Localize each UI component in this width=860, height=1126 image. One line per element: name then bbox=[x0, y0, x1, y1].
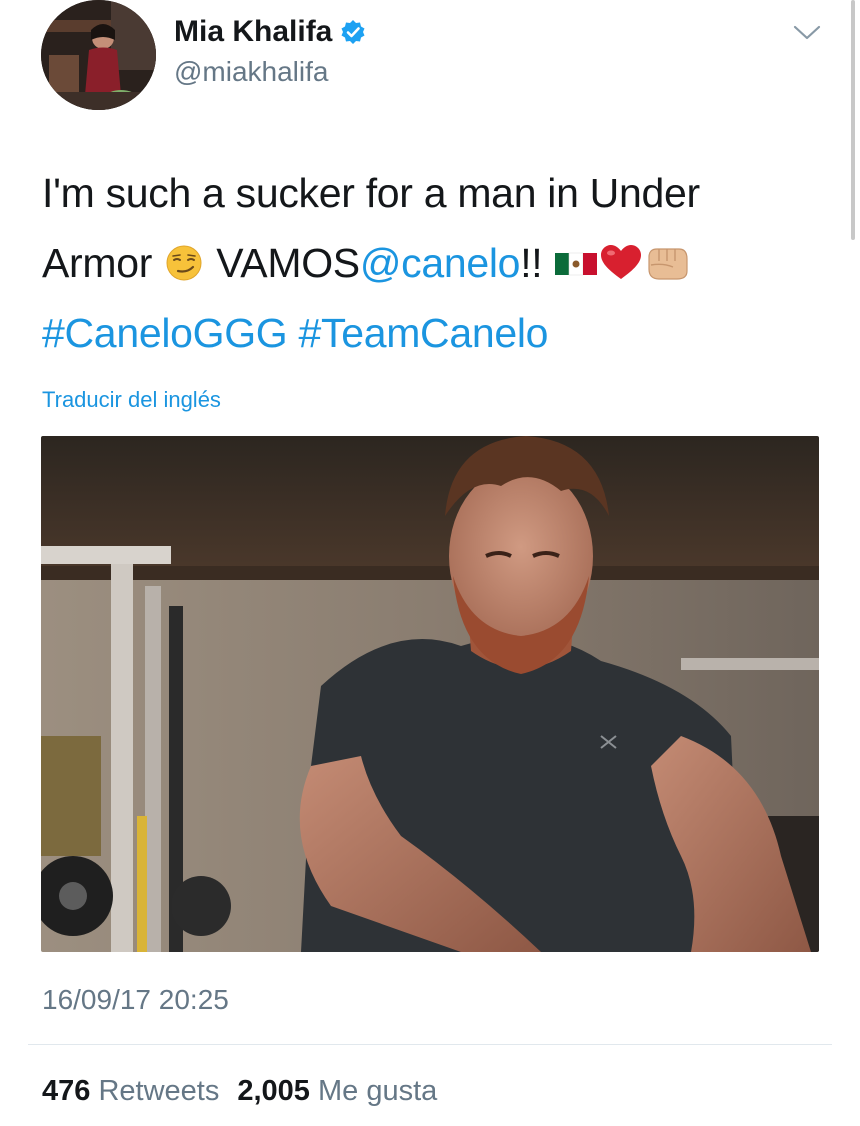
verified-badge-icon bbox=[340, 19, 366, 45]
tweet-timestamp[interactable]: 16/09/17 20:25 bbox=[42, 982, 229, 1018]
mention-link[interactable]: @canelo bbox=[360, 240, 521, 286]
tweet-media-photo[interactable] bbox=[41, 436, 819, 952]
scrollbar[interactable] bbox=[851, 0, 855, 240]
likes-count: 2,005 bbox=[237, 1075, 310, 1107]
chevron-down-icon[interactable] bbox=[790, 20, 824, 44]
hashtag-teamcanelo-link[interactable]: #TeamCanelo bbox=[299, 310, 549, 356]
avatar[interactable] bbox=[41, 0, 156, 110]
tweet-line-1: I'm such a sucker for a man in Under bbox=[42, 170, 700, 216]
mexico-flag-icon bbox=[553, 234, 599, 276]
oncoming-fist-icon bbox=[643, 234, 691, 280]
tweet-line-2: Armor VAMOS@canelo!! bbox=[42, 228, 832, 298]
tweet-word-armor: Armor bbox=[42, 240, 153, 286]
tweet-line-3: #CaneloGGG #TeamCanelo bbox=[42, 298, 832, 368]
smirking-face-emoji-icon bbox=[163, 234, 205, 281]
retweets-stat[interactable]: 476 Retweets bbox=[42, 1075, 219, 1107]
hashtag-caneloggg-link[interactable]: #CaneloGGG bbox=[42, 310, 288, 356]
divider bbox=[28, 1044, 832, 1045]
retweets-count: 476 bbox=[42, 1075, 91, 1107]
tweet-word-vamos: VAMOS bbox=[216, 240, 360, 286]
retweets-label: Retweets bbox=[98, 1075, 220, 1107]
user-handle[interactable]: @miakhalifa bbox=[174, 54, 328, 90]
likes-label: Me gusta bbox=[317, 1075, 438, 1107]
tweet-stats: 476 Retweets 2,005 Me gusta bbox=[42, 1072, 437, 1110]
likes-stat[interactable]: 2,005 Me gusta bbox=[237, 1075, 437, 1107]
red-heart-icon bbox=[599, 234, 643, 279]
user-name-row: Mia Khalifa bbox=[174, 12, 366, 52]
tweet-exclaim: !! bbox=[520, 240, 543, 286]
tweet-text: I'm such a sucker for a man in Under Arm… bbox=[42, 158, 832, 368]
display-name[interactable]: Mia Khalifa bbox=[174, 12, 332, 52]
translate-link[interactable]: Traducir del inglés bbox=[42, 385, 221, 415]
